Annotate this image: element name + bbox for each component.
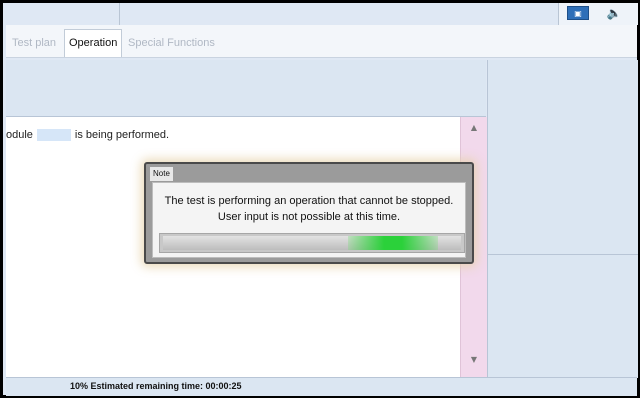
note-dialog: Note The test is performing an operation… xyxy=(144,162,474,264)
progress-bar xyxy=(159,233,465,253)
dialog-body: The test is performing an operation that… xyxy=(152,182,466,258)
tab-strip: Test plan Operation Special Functions xyxy=(6,25,637,58)
tab-test-plan[interactable]: Test plan xyxy=(8,31,60,55)
right-side-panel xyxy=(487,60,638,378)
module-name-field xyxy=(36,129,71,141)
operation-header-panel xyxy=(6,60,486,117)
speaker-icon[interactable]: 🔈 xyxy=(605,6,623,20)
message-prefix: odule xyxy=(6,129,33,141)
dialog-title: Note xyxy=(150,167,173,181)
toolbar-separator xyxy=(119,3,120,25)
scroll-up-icon[interactable]: ▲ xyxy=(461,123,487,139)
top-toolbar: ▣ 🔈 xyxy=(6,3,638,26)
monitor-icon[interactable]: ▣ xyxy=(567,6,589,20)
dialog-message-line-2: User input is not possible at this time. xyxy=(217,211,401,223)
tab-operation[interactable]: Operation xyxy=(64,29,123,57)
status-progress-text: 10% Estimated remaining time: 00:00:25 xyxy=(70,381,242,391)
status-bar: 10% Estimated remaining time: 00:00:25 xyxy=(6,377,637,396)
toolbar-icon-group: ▣ 🔈 xyxy=(558,3,638,25)
tab-special-functions[interactable]: Special Functions xyxy=(124,31,219,55)
scroll-down-icon[interactable]: ▼ xyxy=(461,355,487,371)
progress-bar-indicator xyxy=(347,236,438,250)
right-panel-divider xyxy=(488,254,638,255)
message-suffix: is being performed. xyxy=(74,129,170,141)
dialog-message-line-1: The test is performing an operation that… xyxy=(164,195,454,207)
operation-message: odule is being performed. xyxy=(6,129,169,141)
